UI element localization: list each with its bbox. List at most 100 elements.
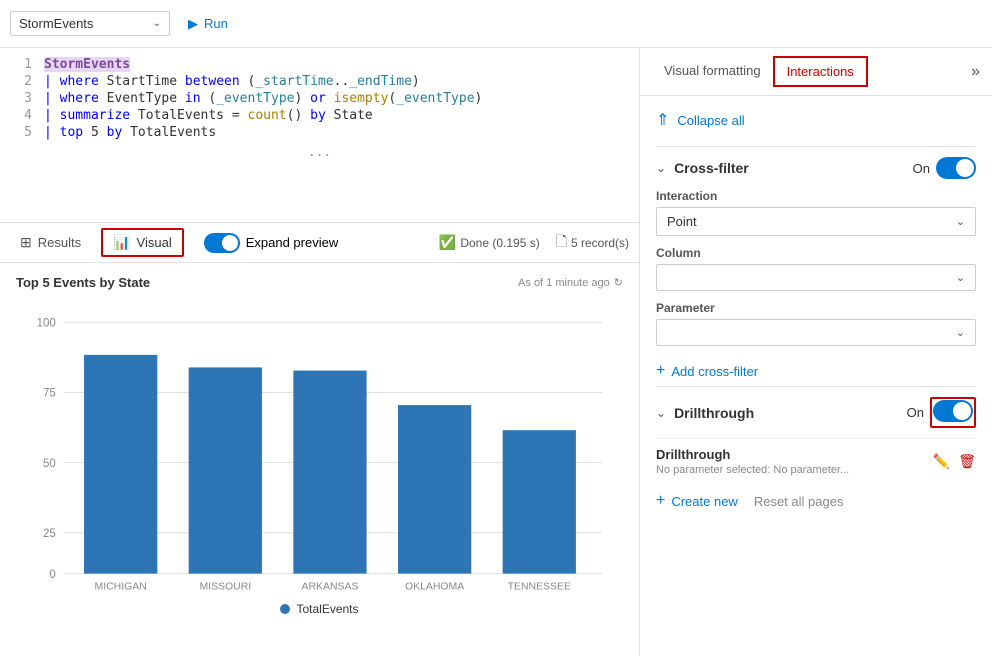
drillthrough-item-name: Drillthrough: [656, 447, 849, 462]
svg-text:50: 50: [43, 458, 56, 470]
drillthrough-chevron: ⌄: [656, 406, 666, 420]
drillthrough-title: Drillthrough: [674, 405, 907, 421]
right-panel: Visual formatting Interactions » ⇑ Colla…: [640, 48, 992, 656]
cross-filter-title: Cross-filter: [674, 160, 913, 176]
refresh-icon[interactable]: ↻: [614, 276, 623, 289]
records-label: 5 record(s): [571, 236, 629, 250]
delete-icon[interactable]: 🗑: [958, 453, 976, 470]
records-icon: 🗋: [556, 231, 567, 255]
panel-tabs: Visual formatting Interactions »: [640, 48, 992, 96]
panel-body: ⇑ Collapse all ⌄ Cross-filter On Inte: [640, 96, 992, 528]
run-label: Run: [204, 16, 228, 31]
bar-michigan[interactable]: [84, 355, 157, 574]
drillthrough-toggle[interactable]: [933, 400, 973, 422]
main-content: 1 StormEvents 2 | where StartTime betwee…: [0, 48, 992, 656]
code-line-5: 5 | top 5 by TotalEvents: [0, 124, 639, 141]
tabs-bar: ⊞ Results 📊 Visual Expand preview ✅ Done…: [0, 223, 639, 263]
expand-preview-toggle-area: Expand preview: [204, 233, 339, 253]
column-field: Column ⌄: [656, 246, 976, 291]
column-chevron-icon: ⌄: [956, 271, 965, 284]
column-select[interactable]: ⌄: [656, 264, 976, 291]
results-icon: ⊞: [20, 234, 32, 251]
drillthrough-toggle-outline: [930, 397, 976, 428]
chart-container: 100 75 50 25 0 MICHIGAN MISS: [16, 298, 623, 598]
reset-all-button[interactable]: Reset all pages: [754, 494, 844, 509]
visual-icon: 📊: [113, 234, 130, 251]
left-panel: 1 StormEvents 2 | where StartTime betwee…: [0, 48, 640, 656]
code-editor[interactable]: 1 StormEvents 2 | where StartTime betwee…: [0, 48, 639, 223]
interaction-label: Interaction: [656, 189, 976, 203]
legend-label: TotalEvents: [296, 602, 358, 616]
tab-interactions[interactable]: Interactions: [773, 56, 868, 87]
chart-area: Top 5 Events by State As of 1 minute ago…: [0, 263, 639, 656]
query-name: StormEvents: [19, 16, 145, 31]
svg-text:OKLAHOMA: OKLAHOMA: [405, 581, 464, 592]
bar-missouri[interactable]: [189, 367, 262, 573]
edit-icon[interactable]: ✏️: [933, 453, 950, 470]
drillthrough-item-header: Drillthrough No parameter selected: No p…: [656, 447, 976, 476]
drillthrough-item: Drillthrough No parameter selected: No p…: [656, 438, 976, 484]
status-area: ✅ Done (0.195 s) 🗋 5 record(s): [439, 231, 629, 255]
collapse-icon: ⇑: [656, 110, 669, 130]
done-label: Done (0.195 s): [460, 236, 539, 250]
chevron-down-icon: ⌄: [153, 18, 161, 29]
code-line-3: 3 | where EventType in (_eventType) or i…: [0, 90, 639, 107]
svg-text:ARKANSAS: ARKANSAS: [301, 581, 358, 592]
toolbar: StormEvents ⌄ ▶ Run: [0, 0, 992, 48]
parameter-field: Parameter ⌄: [656, 301, 976, 346]
code-line-2: 2 | where StartTime between (_startTime.…: [0, 73, 639, 90]
svg-text:MISSOURI: MISSOURI: [199, 581, 251, 592]
visual-tab-label: Visual: [137, 235, 172, 250]
query-selector[interactable]: StormEvents ⌄: [10, 11, 170, 36]
collapse-all-button[interactable]: ⇑ Collapse all: [656, 106, 976, 134]
svg-text:0: 0: [49, 569, 55, 581]
chart-legend: TotalEvents: [16, 602, 623, 616]
create-new-plus-icon: +: [656, 492, 665, 510]
cross-filter-toggle[interactable]: [936, 157, 976, 179]
svg-text:MICHIGAN: MICHIGAN: [95, 581, 147, 592]
cross-filter-chevron: ⌄: [656, 161, 666, 175]
run-button[interactable]: ▶ Run: [180, 12, 236, 36]
drillthrough-header[interactable]: ⌄ Drillthrough On: [656, 387, 976, 438]
code-line-4: 4 | summarize TotalEvents = count() by S…: [0, 107, 639, 124]
interaction-field: Interaction Point ⌄: [656, 189, 976, 236]
bar-tennessee[interactable]: [503, 430, 576, 573]
svg-text:TENNESSEE: TENNESSEE: [508, 581, 571, 592]
tab-results[interactable]: ⊞ Results: [10, 230, 91, 255]
drillthrough-item-desc: No parameter selected: No parameter...: [656, 464, 849, 476]
expand-preview-label: Expand preview: [246, 235, 339, 250]
bottom-actions: + Create new Reset all pages: [656, 484, 976, 518]
interaction-select[interactable]: Point ⌄: [656, 207, 976, 236]
bar-chart-svg: 100 75 50 25 0 MICHIGAN MISS: [16, 298, 623, 598]
interaction-chevron-icon: ⌄: [956, 215, 965, 228]
cross-filter-header[interactable]: ⌄ Cross-filter On: [656, 147, 976, 189]
parameter-label: Parameter: [656, 301, 976, 315]
plus-icon: +: [656, 362, 665, 380]
expand-preview-toggle[interactable]: [204, 233, 240, 253]
code-line-1: 1 StormEvents: [0, 56, 639, 73]
drillthrough-toggle-area: On: [907, 397, 976, 428]
run-icon: ▶: [188, 16, 198, 32]
tab-visual-formatting[interactable]: Visual formatting: [652, 57, 773, 86]
add-cross-filter-button[interactable]: + Add cross-filter: [656, 356, 976, 386]
drillthrough-section: ⌄ Drillthrough On Drillthr: [656, 386, 976, 518]
code-ellipsis: ...: [0, 141, 639, 164]
tab-visual[interactable]: 📊 Visual: [101, 228, 184, 257]
chart-timestamp: As of 1 minute ago ↻: [518, 276, 623, 289]
create-new-button[interactable]: + Create new: [656, 492, 738, 510]
records-count: 🗋 5 record(s): [556, 231, 629, 255]
svg-text:75: 75: [43, 388, 56, 400]
legend-dot: [280, 604, 290, 614]
check-icon: ✅: [439, 234, 456, 251]
status-done: ✅ Done (0.195 s): [439, 234, 540, 251]
bar-arkansas[interactable]: [293, 371, 366, 574]
drillthrough-actions: ✏️ 🗑: [933, 453, 976, 470]
interaction-value: Point: [667, 214, 697, 229]
cross-filter-section: ⌄ Cross-filter On Interaction Point ⌄: [656, 146, 976, 386]
panel-expand-icon[interactable]: »: [971, 63, 980, 81]
results-tab-label: Results: [38, 235, 81, 250]
cross-filter-toggle-area: On: [913, 157, 976, 179]
parameter-select[interactable]: ⌄: [656, 319, 976, 346]
svg-text:100: 100: [37, 318, 56, 330]
bar-oklahoma[interactable]: [398, 405, 471, 573]
